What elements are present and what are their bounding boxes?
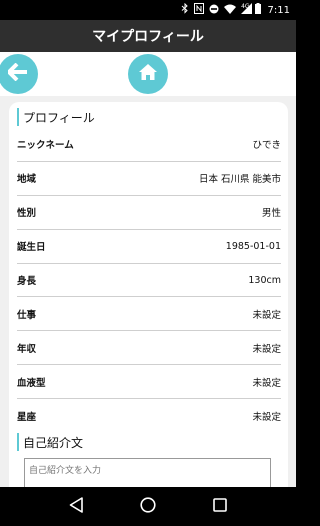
profile-row-value: 男性	[261, 208, 281, 220]
profile-row-label: 身長	[17, 276, 37, 287]
profile-section-title: プロフィール	[17, 108, 95, 126]
do-not-disturb-icon	[209, 4, 219, 17]
profile-row-label: 性別	[17, 208, 37, 220]
profile-row-label: 星座	[17, 412, 37, 424]
intro-section-title: 自己紹介文	[17, 433, 83, 451]
intro-textarea[interactable]	[24, 458, 271, 487]
profile-row: 誕生日 1985-01-01	[17, 230, 281, 264]
profile-row: 年収 未設定	[17, 331, 281, 366]
status-time: 7:11	[267, 4, 290, 16]
profile-row-label: ニックネーム	[17, 140, 74, 152]
page-title: マイプロフィール	[92, 29, 204, 45]
profile-card: プロフィール ニックネーム ひでき地域 日本 石川県 能美市性別 男性誕生日 1985-…	[9, 102, 288, 487]
profile-row-label: 地域	[17, 174, 37, 186]
profile-row: 仕事 未設定	[17, 297, 281, 332]
circle-home-icon	[140, 496, 156, 517]
profile-row-label: 誕生日	[17, 242, 46, 254]
profile-row: ニックネーム ひでき	[17, 128, 281, 162]
profile-row-value: ひでき	[252, 140, 281, 152]
square-recents-icon	[213, 497, 227, 516]
profile-row: 性別 男性	[17, 196, 281, 230]
nav-home-button[interactable]	[133, 492, 163, 522]
network-type-label: 4G	[241, 3, 250, 10]
profile-row: 身長 130cm	[17, 264, 281, 298]
profile-list: ニックネーム ひでき地域 日本 石川県 能美市性別 男性誕生日 1985-01-01 身長…	[17, 128, 281, 433]
profile-row: 星座 未設定	[17, 399, 281, 433]
profile-row: 血液型 未設定	[17, 365, 281, 400]
status-bar: 4G 7:11	[0, 0, 296, 20]
arrow-left-icon	[6, 62, 28, 85]
wifi-icon	[224, 4, 237, 17]
battery-icon	[254, 3, 261, 17]
profile-row-value: 日本 石川県 能美市	[198, 174, 281, 186]
home-button[interactable]	[128, 54, 168, 94]
triangle-back-icon	[69, 496, 83, 517]
profile-row: 地域 日本 石川県 能美市	[17, 162, 281, 196]
profile-row-value: 130cm	[248, 274, 281, 286]
profile-row-value: 未設定	[252, 343, 281, 355]
profile-row-label: 年収	[17, 343, 37, 355]
bluetooth-icon	[181, 2, 189, 17]
nav-recents-button[interactable]	[205, 492, 235, 522]
profile-row-label: 血液型	[17, 377, 46, 389]
content-area[interactable]: プロフィール ニックネーム ひでき地域 日本 石川県 能美市性別 男性誕生日 1985-…	[0, 96, 296, 487]
profile-row-value: 未設定	[252, 309, 281, 321]
nfc-icon	[194, 3, 205, 17]
title-bar: マイプロフィール	[0, 20, 296, 52]
toolbar	[0, 52, 296, 96]
navigation-bar	[0, 487, 296, 526]
profile-row-value: 未設定	[252, 377, 281, 389]
profile-row-label: 仕事	[17, 309, 37, 321]
profile-row-value: 1985-01-01	[225, 240, 281, 252]
profile-row-value: 未設定	[252, 412, 281, 424]
home-icon	[138, 63, 158, 85]
back-button[interactable]	[0, 54, 38, 94]
nav-back-button[interactable]	[61, 492, 91, 522]
